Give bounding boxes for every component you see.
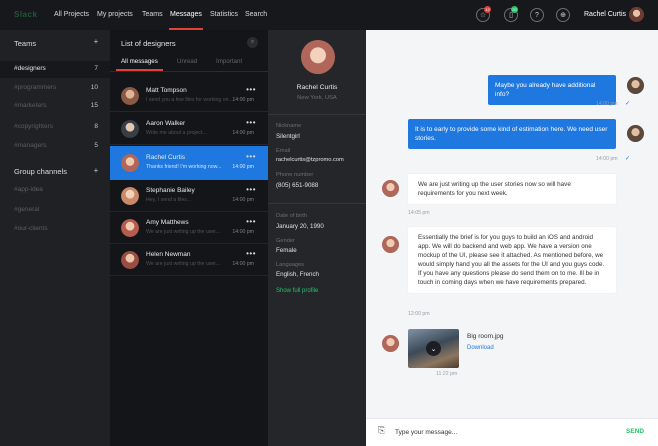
add-team-icon[interactable]: + xyxy=(92,38,100,46)
app-logo[interactable]: Slack xyxy=(14,10,37,19)
teams-title: Teams xyxy=(14,39,37,48)
profile-divider xyxy=(268,203,366,204)
field-label-gender: Gender xyxy=(276,238,295,244)
more-icon: ••• xyxy=(246,152,256,161)
show-full-profile-link[interactable]: Show full profile xyxy=(276,288,318,294)
profile-divider xyxy=(268,114,366,115)
nav-messages[interactable]: Messages xyxy=(170,11,202,18)
message-time: 14:00 pm xyxy=(596,156,618,162)
list-item-aaron-walker[interactable]: Aaron Walker Write me about a project... … xyxy=(110,114,268,145)
team-managers[interactable]: #managers 5 xyxy=(0,138,110,155)
avatar xyxy=(382,180,399,197)
add-channel-icon[interactable]: + xyxy=(92,167,100,175)
help-icon[interactable]: ? xyxy=(530,8,544,22)
avatar xyxy=(627,77,644,94)
field-label-nickname: Nickname xyxy=(276,123,302,129)
tabs-divider xyxy=(110,71,268,72)
phone-badge: 20 xyxy=(511,6,518,13)
avatar xyxy=(627,125,644,142)
field-value-nickname: Silentgirl xyxy=(276,133,300,140)
avatar xyxy=(382,335,399,352)
message-time: 11:22 pm xyxy=(436,371,458,377)
profile-location: New York, USA xyxy=(297,95,337,101)
field-value-languages: English, French xyxy=(276,271,319,278)
message-outgoing: It is to early to provide some kind of e… xyxy=(408,119,616,149)
tab-all-messages[interactable]: All messages xyxy=(121,58,158,65)
field-value-dob: January 20, 1990 xyxy=(276,223,324,230)
read-check-icon: ✓ xyxy=(625,101,631,107)
field-value-phone: (805) 651-9088 xyxy=(276,182,319,189)
message-time: 12:00 pm xyxy=(408,311,430,317)
download-link[interactable]: Download xyxy=(467,345,494,351)
field-value-gender: Female xyxy=(276,247,297,254)
avatar xyxy=(121,120,139,138)
current-user-avatar[interactable] xyxy=(629,7,644,22)
field-label-languages: Languages xyxy=(276,262,305,268)
nav-search[interactable]: Search xyxy=(245,11,267,18)
tab-unread[interactable]: Unread xyxy=(177,58,197,65)
profile-avatar xyxy=(301,40,335,74)
more-icon: ••• xyxy=(246,217,256,226)
list-search-icon[interactable]: ⌕ xyxy=(247,37,258,48)
channel-general[interactable]: #general xyxy=(14,206,39,213)
list-item-amy-matthews[interactable]: Amy Matthews We are just writing up the u… xyxy=(110,213,268,244)
list-title: List of designers xyxy=(121,39,176,48)
avatar xyxy=(121,219,139,237)
list-item-rachel-curtis[interactable]: Rachel Curtis Thanks friend! I'm working … xyxy=(110,146,268,180)
list-item-stephanie-bailey[interactable]: Stephanie Bailey Hey, I send a files... •… xyxy=(110,181,268,212)
team-copyrighters[interactable]: #copyrighters 8 xyxy=(0,119,110,136)
list-item-matt-tompson[interactable]: Matt Tompson I send you a few files for w… xyxy=(110,81,268,112)
message-input[interactable] xyxy=(395,426,615,438)
message-incoming: We are just writing up the user stories … xyxy=(408,174,616,204)
field-value-email[interactable]: rachelcurtis@tzpromo.com xyxy=(276,157,344,163)
globe-icon[interactable]: ⊕ xyxy=(556,8,570,22)
tab-active-indicator xyxy=(116,69,163,71)
more-icon: ••• xyxy=(246,85,256,94)
team-designers[interactable]: #designers 7 xyxy=(0,61,110,78)
channel-our-clients[interactable]: #our-clients xyxy=(14,225,48,232)
field-label-phone: Phone number xyxy=(276,172,314,178)
team-programmers[interactable]: #programmers 10 xyxy=(0,80,110,97)
avatar xyxy=(121,87,139,105)
read-check-icon: ✓ xyxy=(625,156,631,162)
avatar xyxy=(121,187,139,205)
send-button[interactable]: SEND xyxy=(626,428,644,435)
avatar xyxy=(121,154,139,172)
message-time: 14:05 pm xyxy=(408,210,430,216)
avatar xyxy=(382,236,399,253)
avatar xyxy=(121,251,139,269)
nav-my-projects[interactable]: My projects xyxy=(97,11,133,18)
team-marketers[interactable]: #marketers 15 xyxy=(0,98,110,115)
attachment-name: Big room.jpg xyxy=(467,333,504,340)
message-incoming: Essentially the brief is for you guys to… xyxy=(408,227,616,293)
profile-name: Rachel Curtis xyxy=(296,84,338,91)
nav-statistics[interactable]: Statistics xyxy=(210,11,238,18)
message-time: 14:00 pm xyxy=(596,101,618,107)
attach-icon[interactable]: ⎘ xyxy=(378,425,385,436)
field-label-dob: Date of birth xyxy=(276,213,307,219)
more-icon: ••• xyxy=(246,249,256,258)
list-item-helen-newman[interactable]: Helen Newman We are just writing up the u… xyxy=(110,245,268,276)
star-badge: 12 xyxy=(484,6,491,13)
more-icon: ••• xyxy=(246,118,256,127)
attachment-preview[interactable]: ⌄ xyxy=(408,329,459,368)
field-label-email: Email xyxy=(276,148,291,154)
group-channels-title: Group channels xyxy=(14,167,67,176)
channel-app-idea[interactable]: #app-idea xyxy=(14,186,43,193)
current-user-name[interactable]: Rachel Curtis xyxy=(584,11,626,18)
nav-teams[interactable]: Teams xyxy=(142,11,163,18)
tab-important[interactable]: Important xyxy=(216,58,242,65)
nav-all-projects[interactable]: All Projects xyxy=(54,11,89,18)
more-icon: ••• xyxy=(246,185,256,194)
download-icon: ⌄ xyxy=(426,341,441,356)
